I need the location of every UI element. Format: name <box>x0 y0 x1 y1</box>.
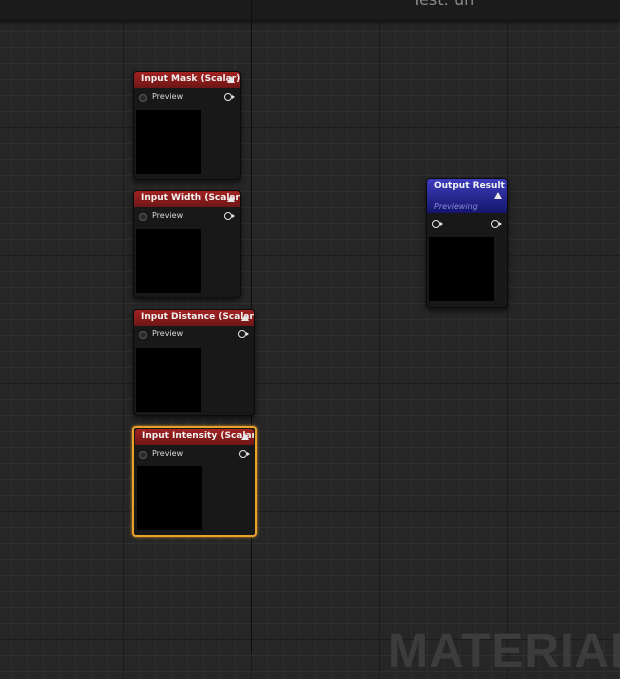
output-pin-icon[interactable] <box>224 93 235 101</box>
preview-input-pin-icon[interactable] <box>139 94 147 102</box>
result-input-pin-icon[interactable] <box>432 220 443 228</box>
collapse-arrow-icon[interactable] <box>494 192 502 199</box>
pin-row: Preview <box>134 328 254 342</box>
preview-input-pin-icon[interactable] <box>139 331 147 339</box>
node-title: Input Distance (Scalar) <box>141 312 254 322</box>
collapse-arrow-icon[interactable] <box>241 433 249 440</box>
pin-label: Preview <box>152 211 184 220</box>
node-title: Input Intensity (Scalar) <box>142 431 254 441</box>
pin-row: Preview <box>134 210 240 224</box>
preview-thumbnail <box>137 466 202 530</box>
collapse-arrow-icon[interactable] <box>241 314 249 321</box>
output-pin-icon[interactable] <box>238 330 249 338</box>
node-input-distance[interactable]: Input Distance (Scalar) Preview <box>133 309 255 416</box>
output-pin-icon[interactable] <box>224 212 235 220</box>
pin-label: Preview <box>152 449 184 458</box>
pin-row: Preview <box>134 91 240 105</box>
node-subtitle: Previewing <box>434 202 478 211</box>
node-header[interactable]: Output Result Previewing <box>427 179 507 213</box>
node-header[interactable]: Input Mask (Scalar) <box>134 72 240 88</box>
collapse-arrow-icon[interactable] <box>227 195 235 202</box>
output-pin-icon[interactable] <box>491 220 502 228</box>
output-pin-icon[interactable] <box>239 450 250 458</box>
node-input-intensity[interactable]: Input Intensity (Scalar) Preview <box>132 426 257 537</box>
node-output-result[interactable]: Output Result Previewing <box>426 178 508 308</box>
node-title: Output Result <box>434 181 505 191</box>
preview-thumbnail <box>429 237 494 301</box>
pin-row: Preview <box>134 448 255 462</box>
collapse-arrow-icon[interactable] <box>227 76 235 83</box>
preview-thumbnail <box>136 110 201 174</box>
pin-label: Preview <box>152 329 184 338</box>
node-header[interactable]: Input Distance (Scalar) <box>134 310 254 326</box>
node-header[interactable]: Input Width (Scalar) <box>134 191 240 207</box>
preview-input-pin-icon[interactable] <box>139 213 147 221</box>
preview-thumbnail <box>136 229 201 293</box>
node-input-width[interactable]: Input Width (Scalar) Preview <box>133 190 241 298</box>
graph-title-bar: Test: un <box>0 0 620 21</box>
node-input-mask[interactable]: Input Mask (Scalar) Preview <box>133 71 241 180</box>
node-title: Input Mask (Scalar) <box>141 74 240 84</box>
node-header[interactable]: Input Intensity (Scalar) <box>135 429 254 445</box>
preview-thumbnail <box>136 348 201 412</box>
pin-label: Preview <box>152 92 184 101</box>
node-title: Input Width (Scalar) <box>141 193 240 203</box>
preview-input-pin-icon[interactable] <box>139 451 147 459</box>
graph-title: Test: un <box>412 0 474 9</box>
